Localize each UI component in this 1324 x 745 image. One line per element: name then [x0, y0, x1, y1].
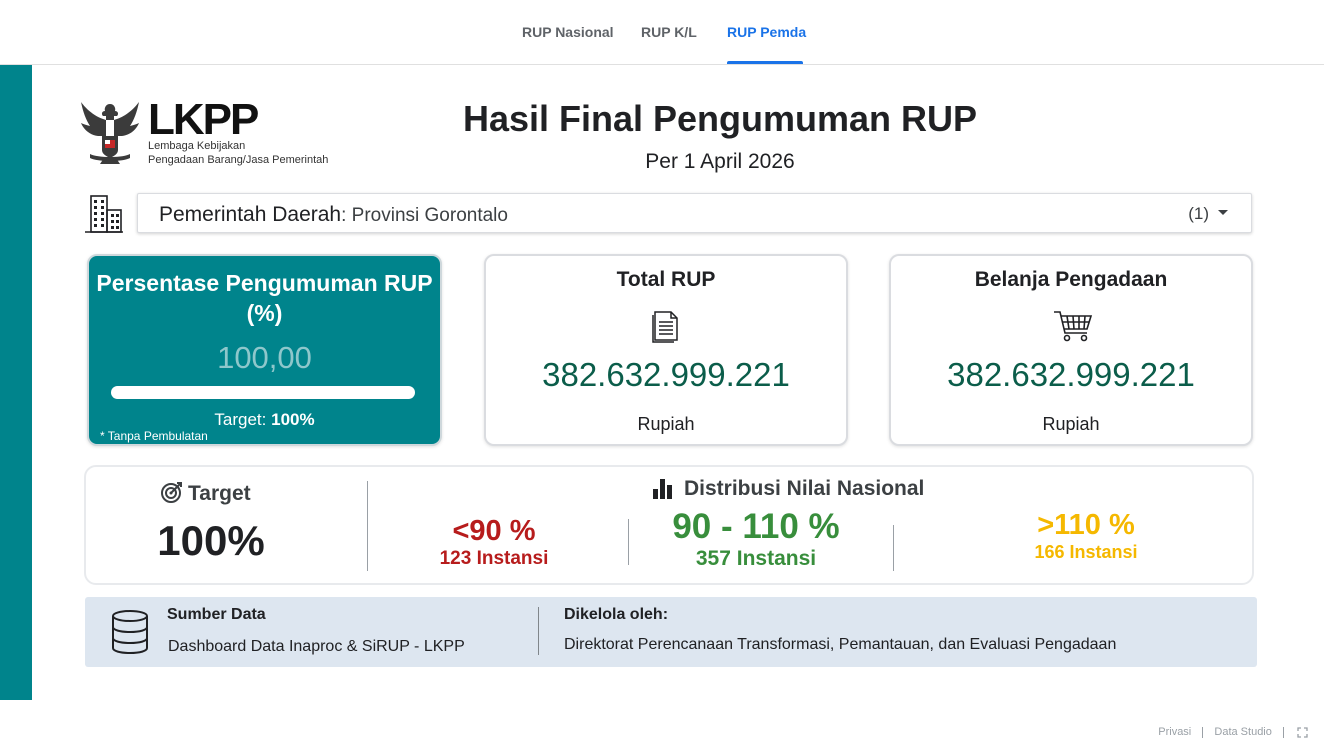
- divider: [628, 519, 629, 565]
- percentage-card-title: Persentase Pengumuman RUP (%): [96, 270, 433, 326]
- bucket-above-110-label: >110 %: [1037, 509, 1135, 541]
- bucket-below-90-label: <90 %: [452, 515, 536, 547]
- shopping-cart-icon: [1054, 311, 1093, 342]
- total-rup-value: 382.632.999.221: [542, 356, 790, 393]
- target-label-text: Target:: [214, 410, 272, 429]
- target-icon: [161, 482, 182, 503]
- data-studio-link[interactable]: Data Studio: [1214, 726, 1271, 738]
- lkpp-logo: LKPP Lembaga Kebijakan Pengadaan Barang/…: [80, 98, 350, 170]
- fullscreen-icon[interactable]: [1297, 726, 1308, 738]
- top-navigation: RUP Nasional RUP K/L RUP Pemda: [0, 0, 1324, 65]
- filter-selected-value: : Provinsi Gorontalo: [341, 205, 508, 226]
- total-rup-title: Total RUP: [616, 268, 716, 291]
- bucket-90-110-count: 357 Instansi: [695, 547, 817, 570]
- total-rup-card: Total RUP 382.632.999.221 Rupiah: [484, 254, 848, 446]
- filter-selection-count: (1): [1188, 204, 1209, 223]
- divider: [1202, 726, 1204, 738]
- source-label: Sumber Data: [167, 606, 266, 623]
- belanja-pengadaan-title: Belanja Pengadaan: [974, 268, 1168, 291]
- percentage-progress-bar: [111, 386, 415, 399]
- distribution-title: Distribusi Nilai Nasional: [684, 477, 925, 500]
- belanja-pengadaan-value: 382.632.999.221: [947, 356, 1195, 393]
- document-icon: [652, 311, 678, 343]
- divider: [367, 481, 368, 571]
- total-rup-unit: Rupiah: [637, 414, 695, 434]
- tab-rup-nasional[interactable]: RUP Nasional: [522, 24, 614, 40]
- pemda-filter-dropdown[interactable]: Pemerintah Daerah: Provinsi Gorontalo (1…: [137, 193, 1252, 233]
- progress-bar-fill: [111, 386, 415, 399]
- bar-chart-icon: [653, 479, 672, 499]
- source-value: Dashboard Data Inaproc & SiRUP - LKPP: [168, 638, 465, 655]
- filter-label-text: Pemerintah Daerah: [159, 203, 342, 226]
- logo-subtitle-line2: Pengadaan Barang/Jasa Pemerintah: [148, 154, 329, 166]
- report-footer-links: Privasi Data Studio: [1158, 726, 1308, 740]
- target-label: Target: [188, 482, 251, 505]
- tab-rup-kl[interactable]: RUP K/L: [641, 24, 697, 40]
- bucket-above-110: >110 % 166 Instansi: [986, 509, 1186, 563]
- privacy-link[interactable]: Privasi: [1158, 726, 1191, 738]
- divider: [1282, 726, 1284, 738]
- bucket-90-110-label: 90 - 110 %: [672, 507, 840, 546]
- building-icon: [85, 195, 123, 233]
- chevron-down-icon[interactable]: [1218, 210, 1228, 215]
- distribution-panel: Target 100% Distribusi Nilai Nasional <9…: [84, 465, 1254, 585]
- percentage-target: Target: 100%: [89, 410, 440, 430]
- percentage-value: 100,00: [217, 340, 312, 375]
- page-title: Hasil Final Pengumuman RUP: [462, 98, 978, 139]
- garuda-emblem-icon: [81, 102, 139, 164]
- divider: [893, 525, 894, 571]
- manager-value: Direktorat Perencanaan Transformasi, Pem…: [564, 636, 1117, 653]
- page-date: Per 1 April 2026: [645, 150, 795, 173]
- active-tab-indicator: [727, 61, 803, 64]
- manager-label: Dikelola oleh:: [564, 606, 669, 623]
- divider: [538, 607, 539, 655]
- rounding-note: * Tanpa Pembulatan: [100, 429, 208, 443]
- bucket-below-90: <90 % 123 Instansi: [394, 515, 594, 570]
- belanja-pengadaan-card: Belanja Pengadaan 382.632.999.221 Rupiah: [889, 254, 1253, 446]
- target-value: 100%: [157, 517, 265, 564]
- bucket-above-110-count: 166 Instansi: [1034, 542, 1138, 562]
- target-value-text: 100%: [271, 410, 315, 429]
- bucket-below-90-count: 123 Instansi: [439, 548, 549, 569]
- filter-label: Pemerintah Daerah: Provinsi Gorontalo: [159, 203, 508, 227]
- left-accent-bar: [0, 65, 32, 700]
- logo-subtitle-line1: Lembaga Kebijakan: [148, 140, 246, 152]
- logo-wordmark: LKPP: [148, 95, 259, 144]
- belanja-pengadaan-unit: Rupiah: [1042, 414, 1100, 434]
- tab-rup-pemda[interactable]: RUP Pemda: [727, 24, 806, 40]
- data-source-panel: Sumber Data Dashboard Data Inaproc & SiR…: [85, 597, 1257, 667]
- database-icon: [112, 610, 148, 655]
- percentage-card: Persentase Pengumuman RUP (%) 100,00 Tar…: [87, 254, 442, 446]
- bucket-90-110: 90 - 110 % 357 Instansi: [646, 507, 866, 571]
